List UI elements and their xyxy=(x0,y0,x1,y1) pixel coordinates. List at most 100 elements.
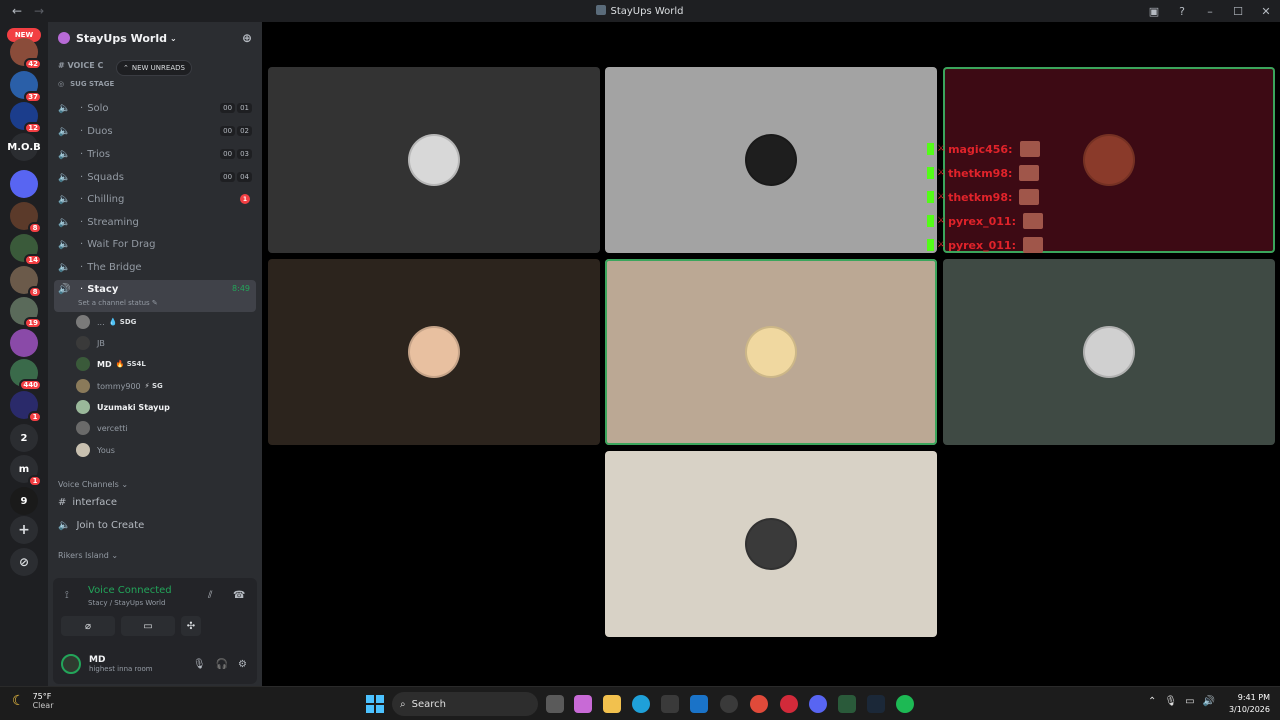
avatar xyxy=(745,518,797,570)
start-button[interactable] xyxy=(366,695,384,713)
voice-channel[interactable]: 🔈 · Trios 00 03 xyxy=(54,144,256,164)
channel-status[interactable]: Set a channel status ✎ xyxy=(78,299,158,307)
microphone-icon[interactable]: 🎙 xyxy=(1164,696,1177,707)
display-icon[interactable]: ▭ xyxy=(1185,696,1194,707)
close-icon[interactable]: ✕ xyxy=(1252,5,1280,18)
weather-widget[interactable]: ☾ 75°F Clear xyxy=(12,692,53,710)
video-tile[interactable] xyxy=(268,259,600,445)
voice-channel[interactable]: 🔈 · The Bridge xyxy=(54,257,256,277)
section-rikers-island[interactable]: Rikers Island ⌄ xyxy=(58,551,118,560)
voice-member[interactable]: JB xyxy=(76,334,105,352)
guild-header[interactable]: StayUps World ⌄ ⊕ xyxy=(48,22,262,54)
inbox-icon[interactable]: ▣ xyxy=(1140,5,1168,18)
video-tile[interactable] xyxy=(268,67,600,253)
steam-icon[interactable] xyxy=(867,695,885,713)
video-tile[interactable] xyxy=(605,67,937,253)
voice-member[interactable]: Yous xyxy=(76,441,115,459)
copilot-icon[interactable] xyxy=(574,695,592,713)
headphones-icon[interactable]: 🎧 xyxy=(216,659,228,670)
voice-status[interactable]: Voice Connected xyxy=(88,585,172,596)
voice-member[interactable]: ... 💧 SDG xyxy=(76,313,136,331)
camera-off-button[interactable]: ⌀ xyxy=(61,616,115,636)
server-icon[interactable]: 8 xyxy=(10,266,42,298)
stage-channel[interactable]: ◎ SUG STAGE xyxy=(58,80,114,88)
video-tile[interactable] xyxy=(605,259,937,445)
discover-icon[interactable]: ⊘ xyxy=(10,548,38,576)
voice-member[interactable]: Uzumaki Stayup xyxy=(76,398,170,416)
task-view-icon[interactable] xyxy=(546,695,564,713)
voice-channel-active[interactable]: 🔊 · Stacy 8:49 Set a channel status ✎ xyxy=(54,280,256,312)
app-icon[interactable] xyxy=(720,695,738,713)
sword-icon: ⚔ xyxy=(937,144,946,154)
server-icon[interactable] xyxy=(10,329,38,357)
avatar[interactable] xyxy=(61,654,81,674)
server-icon[interactable]: 2 xyxy=(10,424,38,452)
section-voice-channels[interactable]: Voice Channels ⌄ xyxy=(58,480,128,489)
voice-channel[interactable]: 🔈 · Duos 00 02 xyxy=(54,121,256,141)
server-icon[interactable]: m1 xyxy=(10,455,42,487)
server-icon[interactable]: M.O.B xyxy=(7,133,41,161)
chat-message: ⚔ thetkm98: xyxy=(927,185,1067,209)
voice-channel[interactable]: 🔈 · Chilling 1 xyxy=(54,189,256,209)
voice-member[interactable]: MD 🔥 SS4L xyxy=(76,355,146,373)
voice-channel-join-to-create[interactable]: 🔈 Join to Create xyxy=(58,520,144,531)
text-channel-interface[interactable]: # interface xyxy=(58,497,117,508)
noise-suppression-icon[interactable]: ⫽ xyxy=(208,590,212,601)
help-icon[interactable]: ? xyxy=(1168,5,1196,18)
xbox-icon[interactable] xyxy=(838,695,856,713)
server-icon[interactable]: 1 xyxy=(10,391,42,423)
opera-icon[interactable] xyxy=(780,695,798,713)
spotify-icon[interactable] xyxy=(896,695,914,713)
new-unreads-button[interactable]: ⌃ NEW UNREADS xyxy=(116,60,192,76)
clock[interactable]: 9:41 PM 3/10/2026 xyxy=(1229,692,1270,716)
minimize-icon[interactable]: – xyxy=(1196,5,1224,18)
outlook-icon[interactable] xyxy=(690,695,708,713)
avatar xyxy=(76,357,90,371)
back-arrow-icon[interactable]: ← xyxy=(10,4,24,18)
server-icon[interactable]: 440 xyxy=(10,359,42,391)
server-icon[interactable]: 37 xyxy=(10,71,42,103)
voice-member[interactable]: vercetti xyxy=(76,419,128,437)
microphone-icon[interactable]: 🎙 xyxy=(193,659,206,670)
settings-gear-icon[interactable]: ⚙ xyxy=(238,659,247,670)
mention-badge: 440 xyxy=(19,379,42,391)
connection-icon[interactable]: ⟟ xyxy=(65,590,69,601)
edge-icon[interactable] xyxy=(632,695,650,713)
screen-share-button[interactable]: ▭ xyxy=(121,616,175,636)
server-icon[interactable]: 42 xyxy=(10,38,42,70)
channel-label: Streaming xyxy=(87,216,139,228)
discord-icon[interactable] xyxy=(809,695,827,713)
server-icon[interactable]: 8 xyxy=(10,202,42,234)
voice-channel[interactable]: 🔈 · Wait For Drag xyxy=(54,234,256,254)
channel-label: Trios xyxy=(87,148,111,160)
file-explorer-icon[interactable] xyxy=(603,695,621,713)
server-icon[interactable]: 19 xyxy=(10,297,42,329)
video-tile[interactable] xyxy=(943,259,1275,445)
emote-icon xyxy=(1019,141,1040,157)
video-tile[interactable] xyxy=(605,451,937,637)
add-member-icon[interactable]: ⊕ xyxy=(242,31,252,45)
server-icon[interactable]: 14 xyxy=(10,234,42,266)
volume-icon[interactable]: 🔊 xyxy=(1203,696,1215,707)
voice-channel[interactable]: 🔈 · Squads 00 04 xyxy=(54,167,256,187)
disconnect-icon[interactable]: ☎ xyxy=(233,590,245,601)
avatar xyxy=(1083,326,1135,378)
voice-channel[interactable]: 🔈 · Solo 00 01 xyxy=(54,98,256,118)
voice-location[interactable]: Stacy / StayUps World xyxy=(88,599,165,607)
add-server-icon[interactable]: + xyxy=(10,516,38,544)
channel-sidebar: StayUps World ⌄ ⊕ # VOICE C ⌃ NEW UNREAD… xyxy=(48,22,262,686)
server-icon[interactable]: 9 xyxy=(10,487,38,515)
emote-icon xyxy=(1019,165,1040,181)
kick-logo-icon xyxy=(927,239,934,251)
store-icon[interactable] xyxy=(661,695,679,713)
chevron-up-icon[interactable]: ⌃ xyxy=(1148,696,1156,707)
forward-arrow-icon[interactable]: → xyxy=(32,4,46,18)
maximize-icon[interactable]: ☐ xyxy=(1224,5,1252,18)
taskbar-search[interactable]: ⌕ Search xyxy=(392,692,538,716)
chrome-icon[interactable] xyxy=(750,695,768,713)
server-icon[interactable] xyxy=(10,170,38,198)
voice-channel[interactable]: 🔈 · Streaming xyxy=(54,212,256,232)
server-icon[interactable]: 12 xyxy=(10,102,42,134)
voice-member[interactable]: tommy900 ⚡ SG xyxy=(76,377,163,395)
category-voice[interactable]: # VOICE C xyxy=(58,61,103,70)
